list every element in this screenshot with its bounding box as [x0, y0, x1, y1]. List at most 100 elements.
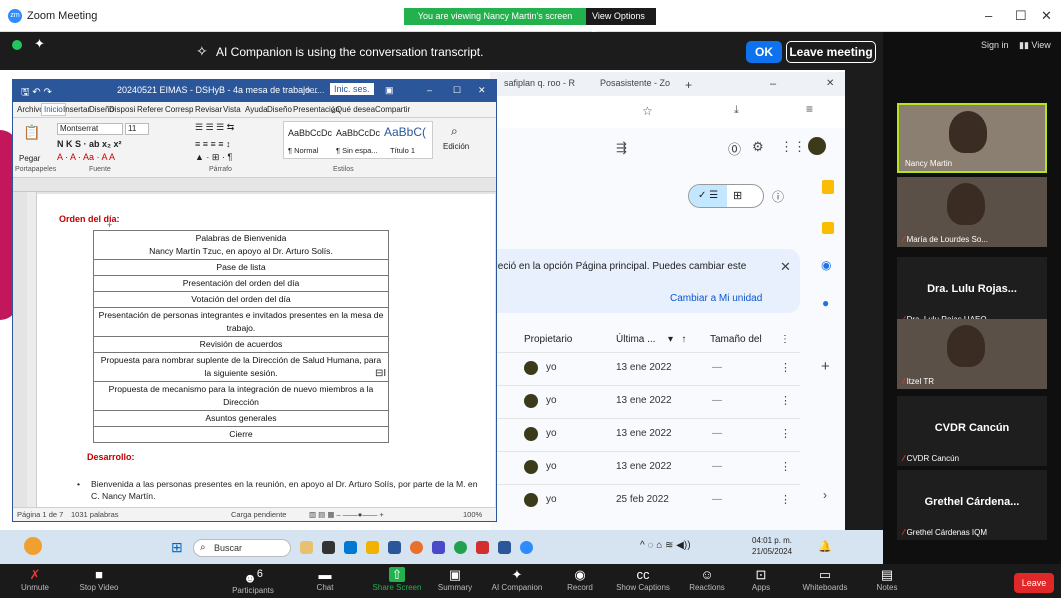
- agenda-row[interactable]: Pase de lista: [93, 259, 389, 276]
- status-words[interactable]: 1031 palabras: [71, 510, 119, 519]
- more-actions-icon[interactable]: ⋮: [780, 394, 791, 407]
- ribbon-display-icon[interactable]: ▣: [385, 85, 394, 96]
- browser-tab[interactable]: Posasistente - Zo: [600, 78, 670, 88]
- participant-tile[interactable]: ⁄ Itzel TR: [897, 319, 1047, 389]
- ribbon-tab[interactable]: Revisar: [195, 105, 222, 114]
- ribbon-tab[interactable]: ¿Qué desea: [331, 105, 375, 114]
- agenda-row[interactable]: Revisión de acuerdos: [93, 336, 389, 353]
- control-summary[interactable]: ▣ Summary: [420, 564, 490, 598]
- agenda-row[interactable]: Presentación del orden del día: [93, 275, 389, 292]
- agenda-cell[interactable]: Propuesta para nombrar suplente de la Di…: [93, 352, 389, 382]
- participant-tile[interactable]: CVDR Cancún ⁄ CVDR Cancún: [897, 396, 1047, 466]
- clock[interactable]: 04:01 p. m. 21/05/2024: [752, 535, 792, 557]
- download-icon[interactable]: ⤓: [734, 104, 739, 117]
- more-icon[interactable]: ⋮: [780, 334, 790, 345]
- agenda-row[interactable]: Asuntos generales: [93, 410, 389, 427]
- view-mode-icons[interactable]: ▥ ▤ ▦ – ——●—— +: [309, 510, 384, 519]
- ribbon-tab[interactable]: Insertar: [63, 105, 90, 114]
- ribbon-tab[interactable]: Archivo: [17, 105, 44, 114]
- app-icon[interactable]: [388, 541, 401, 554]
- pdf-icon[interactable]: [476, 541, 489, 554]
- agenda-cell[interactable]: Presentación de personas integrantes e i…: [93, 307, 389, 337]
- save-icon[interactable]: 🖫 ↶ ↷: [21, 85, 52, 102]
- agenda-cell[interactable]: Cierre: [93, 426, 389, 443]
- control-participants[interactable]: ☻6 Participants: [218, 564, 288, 598]
- agenda-cell[interactable]: Votación del orden del día: [93, 291, 389, 308]
- avatar[interactable]: [808, 137, 826, 155]
- close-icon[interactable]: ✕: [1041, 8, 1052, 24]
- ribbon-tab[interactable]: Referencias: [137, 105, 163, 114]
- font-name-select[interactable]: Montserrat: [57, 123, 123, 135]
- control-stop-video[interactable]: ■ Stop Video: [64, 564, 134, 598]
- banner-close-icon[interactable]: ✕: [780, 259, 791, 275]
- word-maximize-icon[interactable]: ☐: [453, 85, 461, 96]
- participant-tile[interactable]: Grethel Cárdena... ⁄ Grethel Cárdenas IQM: [897, 470, 1047, 540]
- star-icon[interactable]: ☆: [642, 104, 653, 118]
- app-icon[interactable]: [322, 541, 335, 554]
- zoom-level[interactable]: 100%: [463, 510, 482, 519]
- agenda-cell[interactable]: Pase de lista: [93, 259, 389, 276]
- more-actions-icon[interactable]: ⋮: [780, 460, 791, 473]
- align-buttons[interactable]: ≡ ≡ ≡ ≡ ↕: [195, 139, 231, 149]
- more-actions-icon[interactable]: ⋮: [780, 493, 791, 506]
- info-icon[interactable]: ⓘ: [772, 188, 784, 205]
- status-page[interactable]: Página 1 de 7: [17, 510, 63, 519]
- word-close-icon[interactable]: ✕: [478, 85, 486, 96]
- shading-buttons[interactable]: ▲ · ⊞ · ¶: [195, 152, 232, 163]
- format-buttons[interactable]: N K S · ab x₂ x²: [57, 139, 122, 149]
- agenda-cell[interactable]: Asuntos generales: [93, 410, 389, 427]
- files-icon[interactable]: [300, 541, 313, 554]
- style-heading1[interactable]: Título 1: [390, 146, 415, 155]
- participant-tile[interactable]: Nancy Martin: [897, 103, 1047, 173]
- system-tray-icons[interactable]: ^ ◌ ⌂ ≋ ◀)): [640, 540, 691, 551]
- browser-icon[interactable]: [410, 541, 423, 554]
- calendar-icon[interactable]: [822, 180, 834, 194]
- agenda-row[interactable]: Propuesta para nombrar suplente de la Di…: [93, 352, 389, 382]
- control-record[interactable]: ◉ Record: [545, 564, 615, 598]
- style-preview[interactable]: AaBbC(: [384, 125, 426, 139]
- control-chat[interactable]: ▬ Chat: [290, 564, 360, 598]
- control-ai-companion[interactable]: ✦ AI Companion: [482, 564, 552, 598]
- security-shield-icon[interactable]: [12, 40, 22, 50]
- control-show-captions[interactable]: cc Show Captions: [608, 564, 678, 598]
- word-minimize-icon[interactable]: –: [427, 85, 432, 95]
- more-actions-icon[interactable]: ⋮: [780, 361, 791, 374]
- whatsapp-icon[interactable]: [454, 541, 467, 554]
- list-view-icon[interactable]: ✓ ☰: [689, 185, 727, 207]
- control-unmute[interactable]: ✗ Unmute: [0, 564, 70, 598]
- participant-tile[interactable]: ⁄ María de Lourdes So...: [897, 177, 1047, 247]
- minimize-icon[interactable]: –: [985, 8, 992, 23]
- file-row[interactable]: yo 13 ene 2022 — ⋮: [490, 385, 800, 417]
- file-row[interactable]: yo 13 ene 2022 — ⋮: [490, 418, 800, 450]
- font-size-select[interactable]: 11: [125, 123, 149, 135]
- ribbon-tab[interactable]: Ayuda: [245, 105, 268, 114]
- browser-close-icon[interactable]: ✕: [826, 78, 834, 89]
- agenda-row[interactable]: Cierre: [93, 426, 389, 443]
- add-icon[interactable]: +: [821, 358, 830, 375]
- zoom-icon[interactable]: [520, 541, 533, 554]
- col-last-modified[interactable]: Última ...: [616, 334, 655, 345]
- view-button[interactable]: ▮▮ View: [1019, 40, 1051, 51]
- folder-icon[interactable]: [366, 541, 379, 554]
- ribbon-tab[interactable]: Disposición: [109, 105, 135, 114]
- search-icon[interactable]: ⌕: [451, 124, 458, 139]
- filter-icon[interactable]: ⇶: [616, 140, 627, 156]
- ribbon-tab[interactable]: Inicio: [41, 103, 66, 116]
- help-icon[interactable]: ⓪: [728, 139, 741, 158]
- app-icon[interactable]: [344, 541, 357, 554]
- sort-arrow-icon[interactable]: ▾ ↑: [668, 334, 686, 345]
- paste-icon[interactable]: 📋: [19, 124, 45, 154]
- taskbar-search[interactable]: ⌕ Buscar: [193, 539, 291, 557]
- font-color-icon[interactable]: A · A · Aa · A A: [57, 152, 115, 162]
- leave-button[interactable]: Leave: [1014, 573, 1054, 593]
- style-normal[interactable]: ¶ Normal: [288, 146, 318, 155]
- agenda-cell[interactable]: Presentación del orden del día: [93, 275, 389, 292]
- paragraph-buttons[interactable]: ☰ ☰ ☰ ⇆: [195, 122, 234, 133]
- ribbon-tab[interactable]: Diseño: [267, 105, 292, 114]
- browser-tab[interactable]: safiplan q. roo - R: [504, 78, 575, 88]
- view-options-button[interactable]: View Options ▾: [586, 8, 656, 38]
- maximize-icon[interactable]: ☐: [1015, 8, 1027, 24]
- sign-in-button[interactable]: Inic. ses.: [330, 83, 374, 95]
- agenda-table[interactable]: Palabras de Bienvenida Nancy Martín Tzuc…: [93, 230, 389, 443]
- editing-label[interactable]: Edición: [443, 142, 469, 151]
